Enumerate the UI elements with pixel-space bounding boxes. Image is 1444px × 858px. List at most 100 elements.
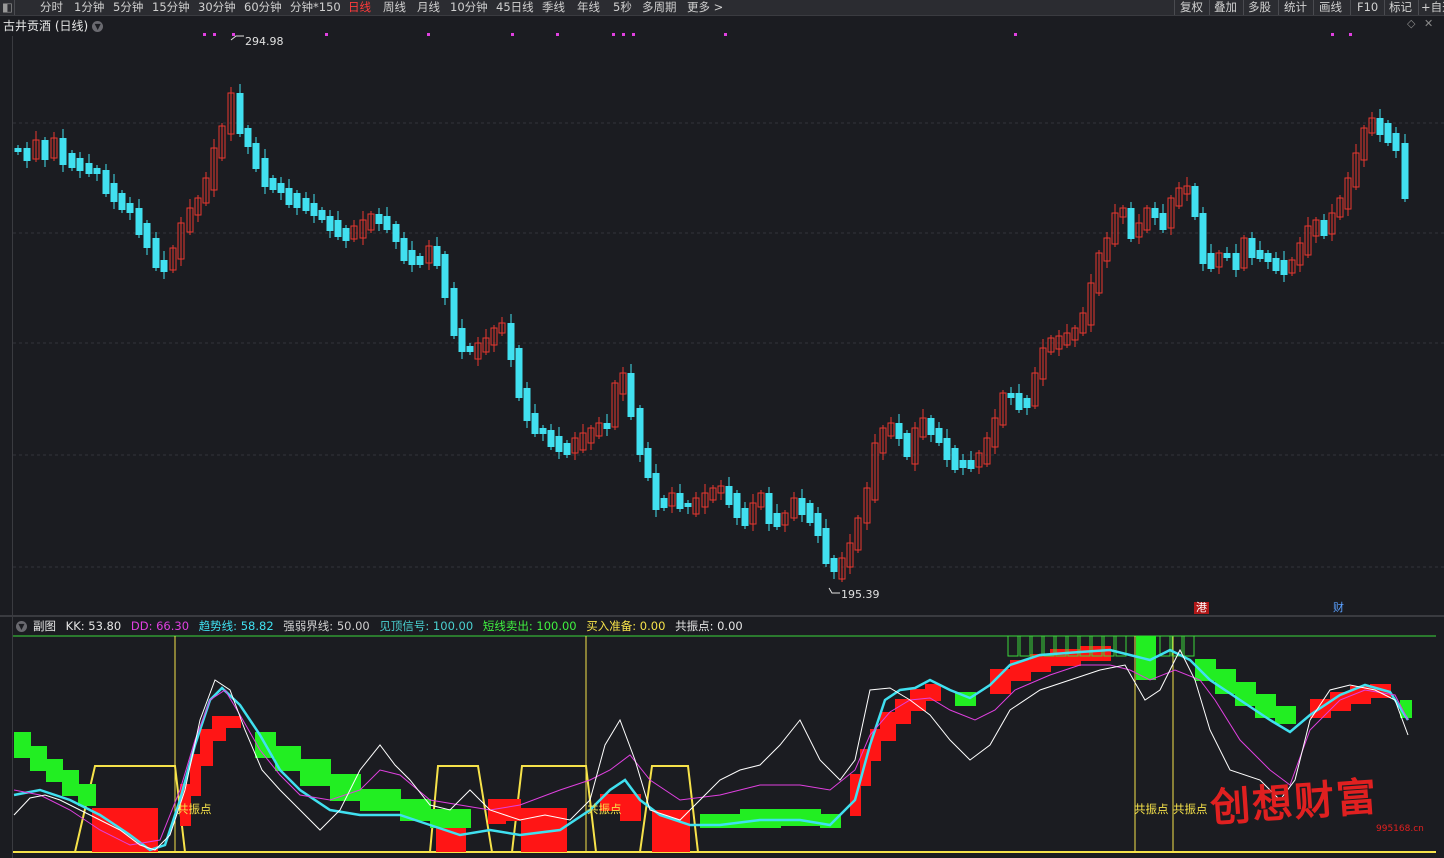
strength-step [505, 799, 521, 821]
short-sell-step [740, 809, 781, 828]
candle-body [547, 430, 555, 447]
candle-body [1207, 253, 1215, 269]
candle-body [450, 288, 458, 336]
candle-body [1264, 253, 1272, 262]
top-signal-box [1055, 635, 1067, 657]
candle-body [326, 216, 334, 231]
indicator-short-sell: 短线卖出: 100.00 [482, 619, 577, 633]
candle-body [85, 163, 93, 174]
strength-step [1030, 654, 1051, 672]
candle-body [1151, 208, 1159, 218]
candle-body [383, 216, 391, 230]
candle-body [927, 418, 935, 435]
candle-body [523, 388, 531, 421]
signal-dot [556, 33, 559, 36]
candle-body [408, 250, 416, 265]
chevron-down-icon[interactable]: ▼ [16, 621, 27, 632]
candle-body [14, 148, 22, 152]
candle-body [967, 460, 975, 469]
candle-body [1280, 260, 1288, 275]
candle-body [400, 238, 408, 261]
short-sell-step [820, 814, 841, 828]
candle-body [252, 143, 260, 169]
candle-body [293, 193, 301, 208]
resonance-label: 共振点 [1134, 802, 1169, 816]
short-sell-step [1400, 700, 1412, 718]
candle-body [806, 503, 814, 523]
short-sell-step [275, 746, 301, 771]
strength-step [860, 749, 871, 786]
indicator-dd: DD: 66.30 [130, 619, 190, 633]
candle-body [59, 138, 67, 165]
signal-dot [622, 33, 625, 36]
strength-step [880, 712, 896, 741]
candle-body [261, 158, 269, 187]
low-pointer [828, 587, 840, 594]
buy-prep-wave [511, 765, 597, 853]
candle-body [1384, 123, 1392, 143]
resonance-label: 共振点 [177, 802, 212, 816]
candle-body [741, 508, 749, 526]
dd-line [13, 664, 1409, 846]
top-signal-box [1031, 635, 1043, 657]
panel-divider[interactable] [0, 615, 1444, 617]
buy-prep-wave [639, 765, 699, 853]
hk-connect-tag[interactable]: 港 [1194, 602, 1209, 614]
signal-dot [1014, 33, 1017, 36]
candle-body [236, 93, 244, 134]
short-sell-step [1275, 706, 1296, 724]
top-signal-box [1091, 635, 1103, 657]
candle-body [1015, 393, 1023, 410]
signal-block [652, 810, 690, 852]
top-signal-box [1079, 635, 1091, 657]
indicator-trend: 趋势线: 58.82 [198, 619, 274, 633]
short-sell-step [1215, 669, 1236, 694]
watermark-logo: 创想财富 [1208, 773, 1380, 832]
candle-body [684, 503, 692, 507]
indicator-buy-prep: 买入准备: 0.00 [586, 619, 666, 633]
candle-body [1392, 133, 1400, 151]
signal-dot [213, 33, 216, 36]
short-sell-step [46, 759, 63, 782]
short-sell-step [62, 770, 79, 796]
indicator-legend: ▼ 副图 KK: 53.80 DD: 66.30 趋势线: 58.82 强弱界线:… [16, 618, 749, 634]
strength-step [212, 716, 226, 741]
candle-body [23, 148, 31, 161]
strength-step [190, 754, 201, 796]
short-sell-step [255, 732, 276, 758]
signal-dot [632, 33, 635, 36]
short-sell-step [1255, 694, 1276, 718]
top-signal-box [1103, 635, 1115, 657]
candle-body [244, 128, 252, 147]
candle-body [143, 223, 151, 248]
candle-body [441, 254, 449, 298]
subchart-name[interactable]: 副图 [33, 619, 56, 633]
finance-tag[interactable]: 财 [1333, 602, 1344, 614]
candle-body [943, 438, 951, 460]
high-pointer [230, 35, 244, 41]
candlestick-chart[interactable] [0, 0, 1444, 615]
signal-dot [325, 33, 328, 36]
buy-prep-wave [429, 765, 493, 853]
signal-dot [511, 33, 514, 36]
candle-body [1248, 238, 1256, 258]
candle-body [68, 153, 76, 168]
short-sell-step [400, 799, 431, 821]
top-signal-box [1007, 635, 1019, 657]
strength-step [850, 774, 861, 816]
strength-step [910, 689, 926, 711]
low-price-label: 195.39 [841, 588, 880, 601]
candle-body [433, 246, 441, 266]
strength-step [1050, 649, 1081, 666]
candle-body [539, 428, 547, 434]
top-signal-box [1136, 636, 1156, 680]
indicator-resonance: 共振点: 0.00 [675, 619, 743, 633]
candle-body [765, 493, 773, 524]
strength-step [870, 729, 881, 761]
candle-body [725, 486, 733, 505]
candle-body [1223, 253, 1231, 258]
candle-body [160, 260, 168, 272]
strength-step [1310, 699, 1331, 718]
strength-step [620, 794, 641, 821]
short-sell-step [78, 784, 96, 806]
